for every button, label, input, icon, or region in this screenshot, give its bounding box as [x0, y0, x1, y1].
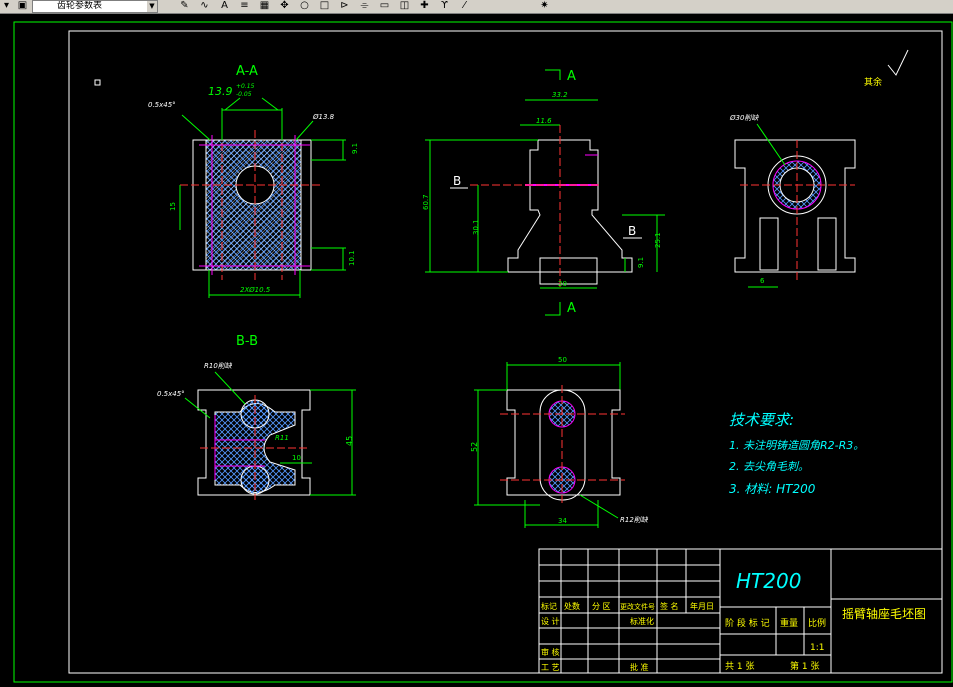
- weight-label: 重量: [780, 617, 798, 629]
- bottom-view: 50 52 34 R12削缺: [470, 356, 649, 528]
- row-label-mark: 标记: [541, 601, 557, 611]
- curve-icon[interactable]: ∿: [198, 0, 211, 12]
- tech-requirements: 技术要求: 1. 未注明铸造圆角R2-R3。 2. 去尖角毛刺。 3. 材料: …: [729, 411, 864, 496]
- dim-r10: R10削缺: [204, 362, 233, 370]
- view-a-bottom-label: A: [567, 301, 576, 316]
- dim-r11: R11: [275, 434, 289, 442]
- side-view: Ø30削缺 6 其余: [729, 49, 909, 288]
- dim-34: 34: [558, 517, 567, 525]
- dim-10: 10: [292, 454, 301, 462]
- row-label-zone: 分 区: [592, 602, 611, 611]
- tech-req-title: 技术要求:: [729, 411, 794, 429]
- square-icon[interactable]: ◫: [398, 0, 411, 12]
- circle-icon[interactable]: ○: [298, 0, 311, 12]
- dim-60-7: 60.7: [422, 194, 430, 210]
- lamp-icon[interactable]: ϒ: [438, 0, 451, 12]
- part-name-text: 摇臂轴座毛坯图: [842, 606, 926, 621]
- dim-45: 45: [345, 436, 354, 446]
- tech-req-item-1: 1. 未注明铸造圆角R2-R3。: [729, 439, 864, 452]
- view-a-top-label: A: [567, 69, 576, 84]
- dim-tol-lower: -0.05: [236, 91, 252, 98]
- dim-tol-main: 13.9: [208, 85, 233, 98]
- standard-label: 标准化: [630, 616, 654, 626]
- row-label-sign: 签 名: [660, 601, 679, 611]
- review-label: 审 核: [541, 647, 560, 657]
- process-label: 工 艺: [541, 663, 560, 672]
- combo-value: 齿轮参数表: [57, 1, 103, 11]
- view-b-right-label: B: [628, 224, 636, 238]
- dim-tol-upper: +0.15: [236, 83, 255, 90]
- dim-dia-138: Ø13.8: [312, 113, 335, 121]
- approve-label: 批 准: [630, 662, 649, 672]
- row-label-change: 更改文件号: [620, 602, 655, 611]
- template-combo[interactable]: 齿轮参数表 ▼: [32, 0, 158, 13]
- dim-r12: R12削缺: [620, 516, 649, 524]
- outer-frame: [13, 21, 953, 683]
- drawing-canvas[interactable]: A-A 0.5x45° 13.9 +0.15 -0.05 Ø13.8 15 9.…: [0, 14, 953, 687]
- dim-20: 20: [558, 280, 567, 288]
- offset-icon[interactable]: ⌯: [358, 0, 371, 12]
- view-b-left-label: B: [453, 174, 461, 188]
- move-icon[interactable]: ✥: [278, 0, 291, 12]
- pick-box: [94, 79, 101, 86]
- inner-frame: [68, 30, 943, 674]
- chevron-down-icon[interactable]: ▼: [147, 1, 157, 12]
- dim-10-1: 10.1: [348, 250, 356, 266]
- dim-2x-phi-10-5: 2XØ10.5: [240, 286, 271, 294]
- layers-icon[interactable]: ≡: [238, 0, 251, 12]
- dim-chamfer-bb: 0.5x45°: [157, 390, 185, 398]
- row-label-count: 处数: [564, 601, 580, 611]
- design-label: 设 计: [541, 616, 560, 626]
- dim-chamfer-top: 0.5x45°: [148, 101, 176, 109]
- sheet-number: 第 1 张: [790, 660, 819, 672]
- stage-label: 阶 段 标 记: [725, 617, 770, 629]
- tech-req-item-2: 2. 去尖角毛刺。: [729, 460, 809, 473]
- section-aa-label: A-A: [236, 64, 258, 79]
- box-icon[interactable]: □: [318, 0, 331, 12]
- dim-30-1: 30.1: [472, 219, 480, 235]
- dim-50: 50: [558, 356, 567, 364]
- dim-33-2: 33.2: [552, 91, 568, 99]
- scale-label: 比例: [808, 617, 826, 629]
- title-block-text: HT200 摇臂轴座毛坯图 标记 处数 分 区 更改文件号 签 名 年月日 设 …: [541, 569, 926, 672]
- dim-25-1: 25.1: [654, 232, 662, 248]
- dim-15: 15: [169, 202, 177, 211]
- dropdown-arrow-button[interactable]: ▾: [0, 0, 13, 12]
- mirror-icon[interactable]: ⊳: [338, 0, 351, 12]
- section-aa-view: A-A 0.5x45° 13.9 +0.15 -0.05 Ø13.8 15 9.…: [148, 64, 359, 298]
- scale-value: 1:1: [810, 643, 824, 653]
- total-sheets: 共 1 张: [725, 661, 754, 672]
- material-text: HT200: [736, 569, 801, 593]
- section-bb-label: B-B: [236, 334, 258, 349]
- section-bb-view: B-B R10削缺 0.5x45° R11 10 45: [157, 334, 356, 500]
- dim-9-1: 9.1: [351, 143, 359, 154]
- layer-properties-button[interactable]: ▣: [16, 0, 29, 12]
- front-view: A A 33.2 11.6 B B 60.7 30.1 25.1 9.1 20: [422, 69, 665, 316]
- text-a-icon[interactable]: A: [218, 0, 231, 12]
- cross-arrow-icon[interactable]: ✚: [418, 0, 431, 12]
- dim-52: 52: [470, 442, 479, 452]
- dim-11-6: 11.6: [536, 117, 552, 125]
- explode-icon[interactable]: ✷: [538, 0, 551, 12]
- roughness-note: 其余: [864, 76, 882, 88]
- pencil-icon[interactable]: ✎: [178, 0, 191, 12]
- toolbar: ▾ ▣ 齿轮参数表 ▼ ✎ ∿ A ≡ ▦ ✥ ○ □ ⊳ ⌯ ▭ ◫ ✚ ϒ …: [0, 0, 953, 14]
- row-label-date: 年月日: [690, 601, 714, 611]
- pin-icon[interactable]: ⁄: [458, 0, 471, 12]
- dim-phi-30: Ø30削缺: [729, 114, 759, 122]
- tech-req-item-3: 3. 材料: HT200: [729, 482, 816, 496]
- dim-6: 6: [760, 277, 765, 285]
- rect-icon[interactable]: ▭: [378, 0, 391, 12]
- dim-9-1-b: 9.1: [637, 257, 645, 268]
- grid-icon[interactable]: ▦: [258, 0, 271, 12]
